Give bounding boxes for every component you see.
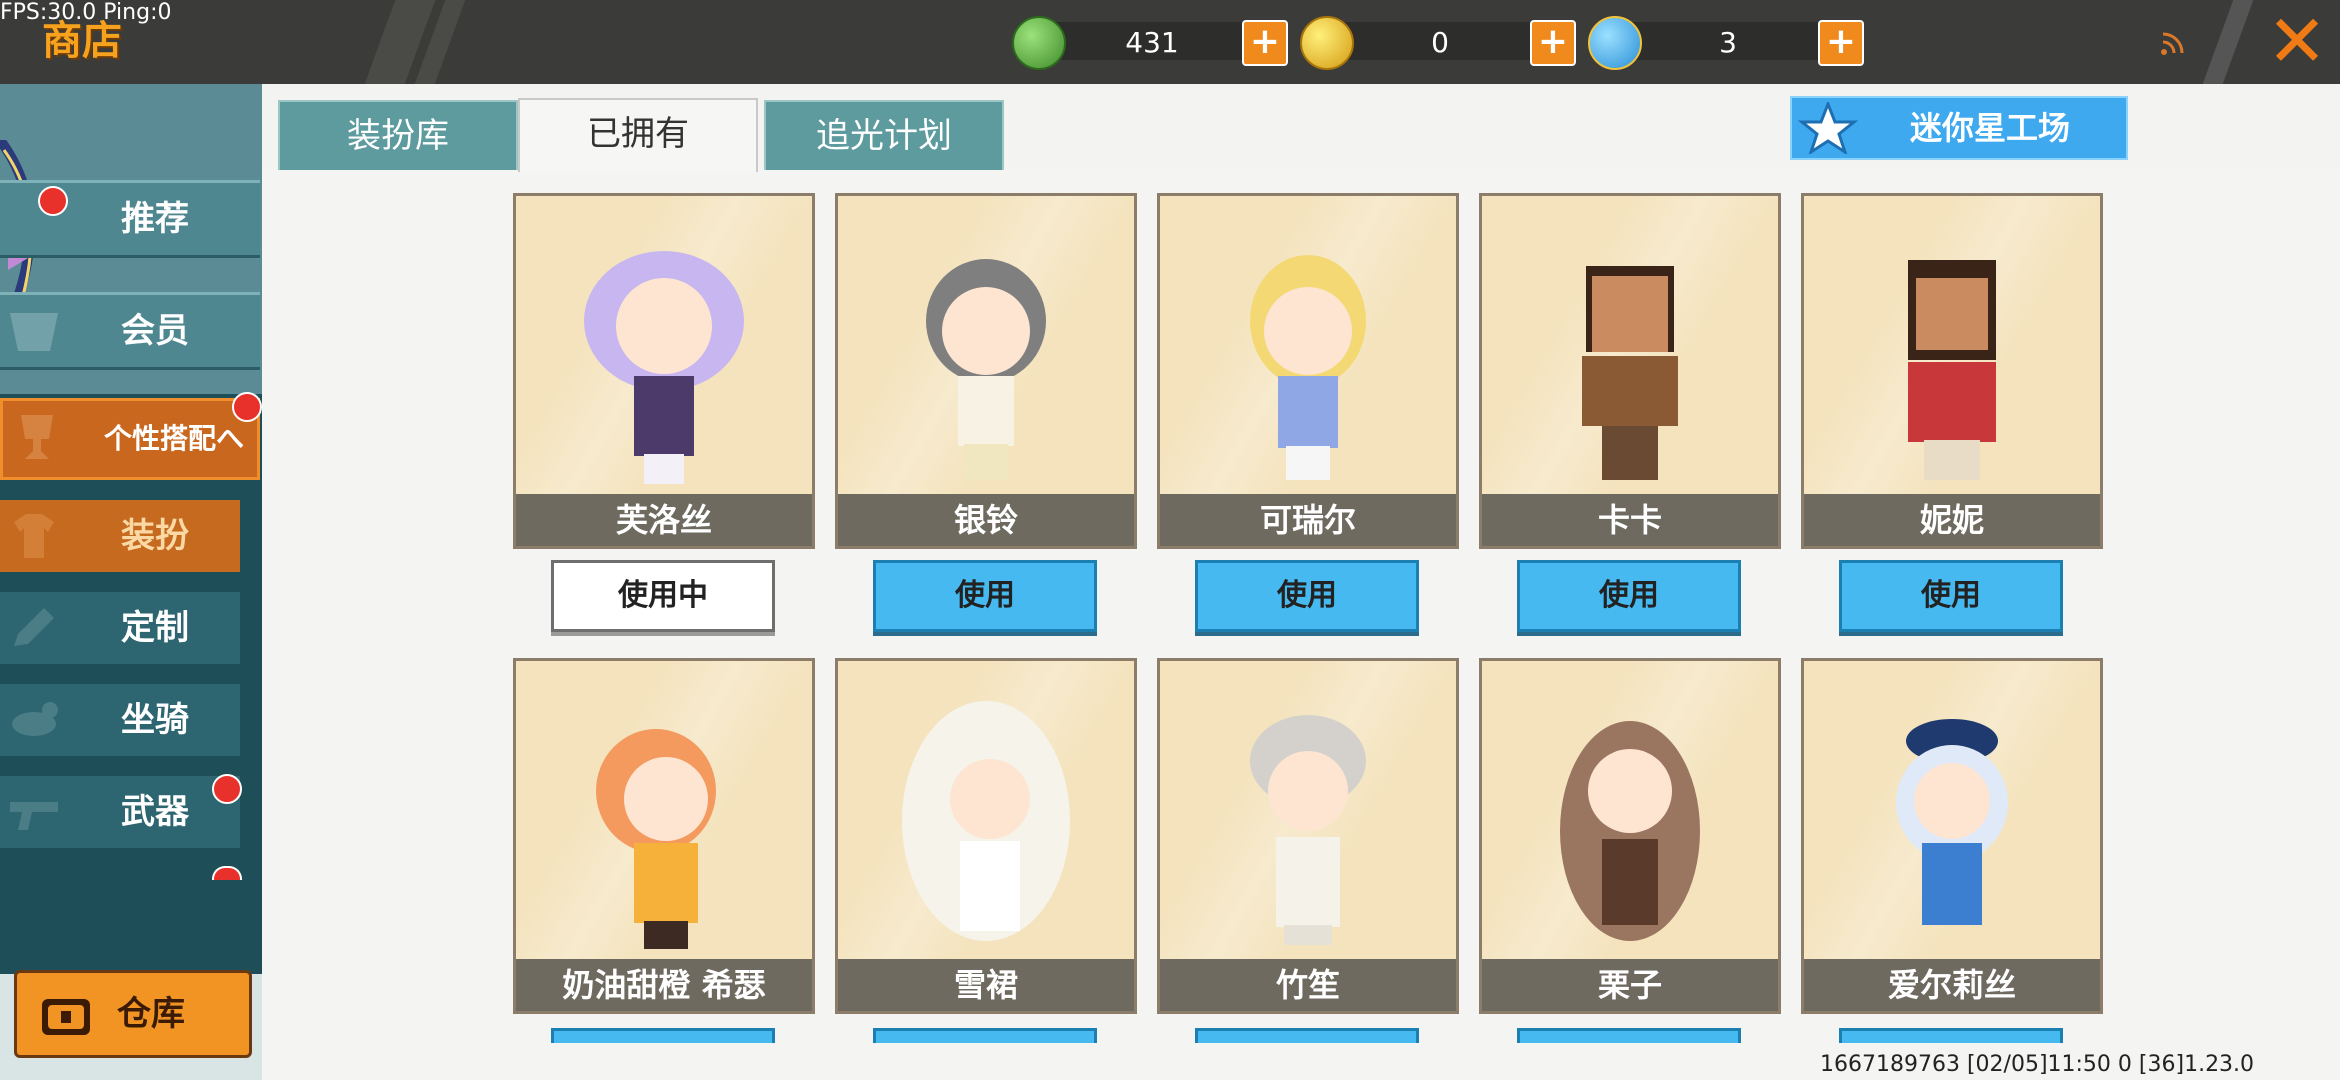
notification-dot — [38, 186, 68, 216]
use-button[interactable]: 使用 — [1839, 560, 2063, 632]
character-figure — [1560, 721, 1700, 941]
sidebar-item-label: 会员 — [121, 311, 189, 351]
skin-card[interactable]: 竹笙 — [1157, 658, 1459, 1014]
page-title: 商店 — [42, 18, 122, 64]
skin-name: 雪裙 — [838, 959, 1134, 1011]
pencil-icon — [14, 608, 54, 646]
blue-coin-icon — [1588, 16, 1642, 70]
sidebar-item-label: 定制 — [121, 608, 189, 648]
skin-name: 卡卡 — [1482, 494, 1778, 546]
skin-card[interactable]: 可瑞尔 — [1157, 193, 1459, 549]
add-currency-button[interactable]: + — [1818, 20, 1864, 66]
add-currency-button[interactable]: + — [1530, 20, 1576, 66]
character-figure — [584, 251, 744, 484]
character-figure — [1908, 260, 1996, 480]
warehouse-label: 仓库 — [117, 994, 185, 1034]
skin-name: 奶油甜橙 希瑟 — [516, 959, 812, 1011]
sidebar-item-dressup[interactable]: 装扮 — [0, 500, 240, 572]
use-button[interactable] — [1195, 1028, 1419, 1043]
sidebar-item-mount[interactable]: 坐骑 — [0, 684, 240, 756]
notification-dot — [232, 392, 262, 422]
tab-owned[interactable]: 已拥有 — [518, 98, 758, 172]
character-figure — [1582, 266, 1678, 480]
green-gem-icon — [1012, 16, 1066, 70]
skin-card[interactable]: 栗子 — [1479, 658, 1781, 1014]
gold-coin-icon — [1300, 16, 1354, 70]
sidebar-item-label: 坐骑 — [121, 700, 189, 740]
skin-card[interactable]: 卡卡 — [1479, 193, 1781, 549]
skin-name: 芙洛丝 — [516, 494, 812, 546]
version-info: 1667189763 [02/05]11:50 0 [36]1.23.0 — [1820, 1052, 2255, 1077]
skin-name: 爱尔莉丝 — [1804, 959, 2100, 1011]
sidebar-item-label: 推荐 — [121, 199, 189, 239]
character-figure — [1250, 255, 1366, 480]
notification-dot — [212, 774, 242, 804]
character-figure — [1250, 715, 1366, 945]
skin-card[interactable]: 妮妮 — [1801, 193, 2103, 549]
use-button[interactable] — [1517, 1028, 1741, 1043]
sidebar-item-vip[interactable]: 会员 — [0, 292, 260, 370]
gun-icon — [10, 802, 58, 830]
vip-icon — [10, 313, 58, 351]
decor-stripe — [2202, 0, 2254, 84]
add-currency-button[interactable]: + — [1242, 20, 1288, 66]
currency-value: 3 — [1719, 26, 1737, 59]
in-use-button[interactable]: 使用中 — [551, 560, 775, 632]
character-figure — [902, 701, 1070, 941]
currency-value: 431 — [1125, 26, 1179, 59]
skin-card[interactable]: 银铃 — [835, 193, 1137, 549]
tab-wardrobe[interactable]: 装扮库 — [278, 100, 518, 170]
skin-name: 栗子 — [1482, 959, 1778, 1011]
sidebar-item-label: 装扮 — [121, 516, 189, 556]
character-figure — [596, 729, 716, 949]
trophy-icon — [21, 415, 53, 459]
rss-icon[interactable] — [2160, 30, 2186, 56]
tab-chase-light[interactable]: 追光计划 — [764, 100, 1004, 170]
star-workshop-label: 迷你星工场 — [1910, 109, 2071, 147]
character-figure — [926, 259, 1046, 480]
currency-value: 0 — [1431, 26, 1449, 59]
skin-name: 妮妮 — [1804, 494, 2100, 546]
sidebar-item-weapon[interactable]: 武器 — [0, 776, 240, 848]
use-button[interactable] — [1839, 1028, 2063, 1043]
sidebar-item-outfit-group[interactable]: 个性搭配へ — [0, 398, 260, 480]
chest-icon — [42, 999, 90, 1035]
skin-name: 银铃 — [838, 494, 1134, 546]
star-icon — [1798, 102, 1858, 154]
skin-card[interactable]: 雪裙 — [835, 658, 1137, 1014]
use-button[interactable] — [551, 1028, 775, 1043]
skin-card[interactable]: 奶油甜橙 希瑟 — [513, 658, 815, 1014]
sidebar-item-custom[interactable]: 定制 — [0, 592, 240, 664]
use-button[interactable] — [873, 1028, 1097, 1043]
sidebar-item-recommend[interactable]: 推荐 — [0, 180, 260, 258]
shirt-icon — [14, 514, 54, 558]
skin-name: 可瑞尔 — [1160, 494, 1456, 546]
star-workshop-button[interactable]: 迷你星工场 — [1790, 96, 2128, 160]
use-button[interactable]: 使用 — [1517, 560, 1741, 632]
mount-icon — [12, 702, 58, 736]
sidebar-item-label: 武器 — [121, 792, 189, 832]
skin-card[interactable]: 芙洛丝 — [513, 193, 815, 549]
close-icon[interactable]: ✕ — [2262, 5, 2332, 77]
skin-card[interactable]: 爱尔莉丝 — [1801, 658, 2103, 1014]
use-button[interactable]: 使用 — [873, 560, 1097, 632]
skin-name: 竹笙 — [1160, 959, 1456, 1011]
character-figure — [1896, 719, 2008, 925]
warehouse-button[interactable]: 仓库 — [14, 970, 252, 1058]
use-button[interactable]: 使用 — [1195, 560, 1419, 632]
